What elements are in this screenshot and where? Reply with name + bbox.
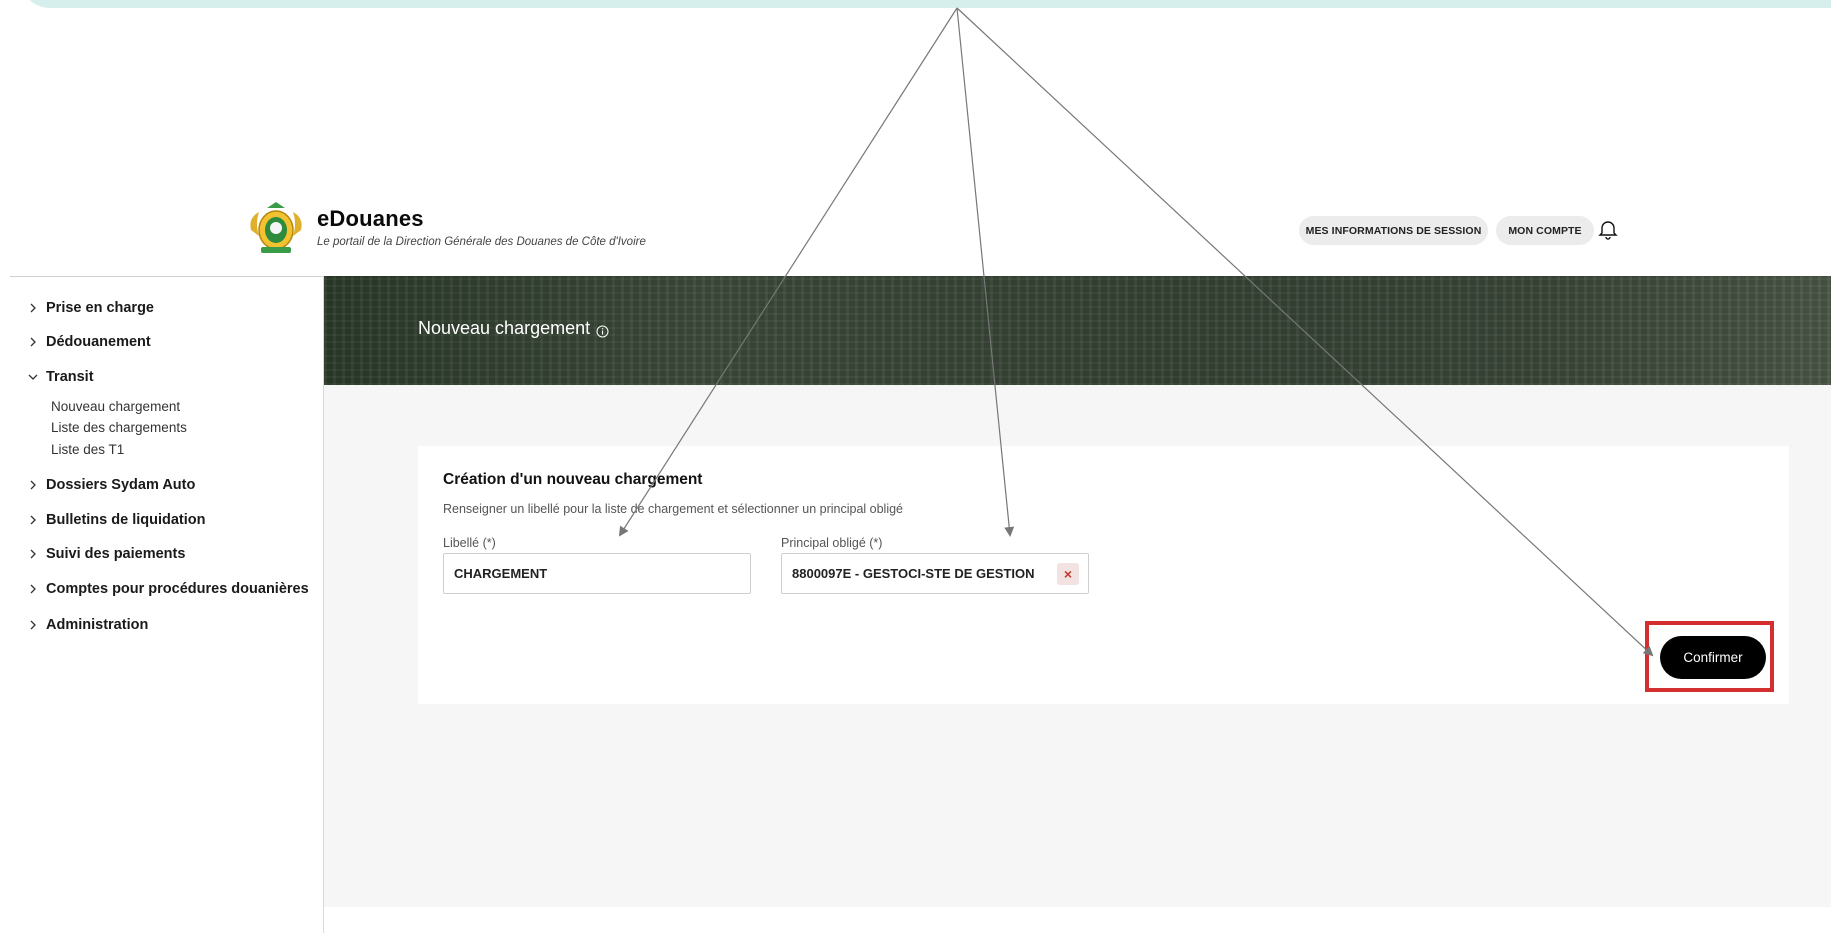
arrow-to-confirm [956,7,1654,657]
annotation-arrows [618,7,1654,657]
arrow-to-libelle [618,7,958,537]
arrow-to-principal [956,7,1015,537]
app-window: eDouanes Le portail de la Direction Géné… [0,0,1831,933]
